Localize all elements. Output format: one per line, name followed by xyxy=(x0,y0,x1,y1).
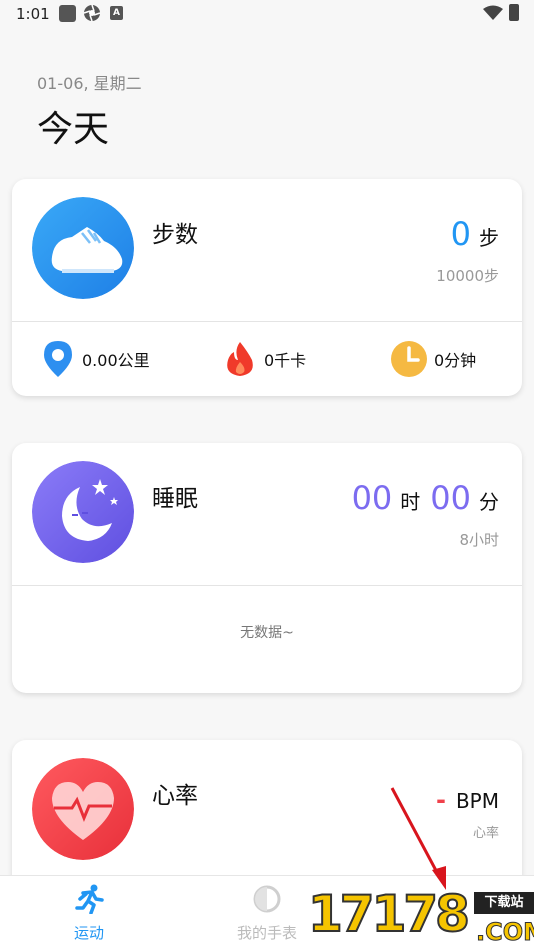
heart-rate-title: 心率 xyxy=(152,783,198,809)
steps-value-group: 0 步 xyxy=(451,215,499,253)
a-icon: A xyxy=(110,6,123,20)
divider xyxy=(12,585,522,586)
steps-card[interactable]: 步数 0 步 10000步 0.00公里 0千卡 0分钟 xyxy=(12,179,522,396)
steps-title: 步数 xyxy=(152,222,198,248)
steps-unit: 步 xyxy=(479,226,499,250)
watermark-suffix: .COM xyxy=(475,918,534,947)
heart-icon xyxy=(32,758,134,860)
arrow-annotation xyxy=(390,787,446,890)
duration-text: 0分钟 xyxy=(434,351,477,370)
watermark-number: 17178 xyxy=(307,884,471,944)
aperture-icon xyxy=(83,4,101,22)
sleep-minutes: 00 xyxy=(430,479,471,517)
status-time: 1:01 xyxy=(16,5,50,23)
duration-stat: 0分钟 xyxy=(390,339,476,379)
sleep-card[interactable]: 睡眠 00 时 00 分 8小时 无数据~ xyxy=(12,443,522,693)
running-icon xyxy=(75,884,104,914)
heart-rate-sub: 心率 xyxy=(472,826,499,841)
watermark-logo: 17178 下载站 .COM xyxy=(307,884,534,950)
date-label: 01-06, 星期二 xyxy=(37,74,142,93)
status-bar: 1:01 A xyxy=(0,0,534,30)
location-pin-icon xyxy=(44,341,72,377)
steps-goal: 10000步 xyxy=(436,267,499,285)
steps-value: 0 xyxy=(450,215,471,253)
sleep-value-group: 00 时 00 分 xyxy=(352,479,499,517)
divider xyxy=(12,321,522,322)
clock-icon xyxy=(391,341,427,377)
battery-icon xyxy=(509,4,519,21)
watch-icon xyxy=(253,885,281,913)
moon-icon xyxy=(32,461,134,563)
square-icon xyxy=(59,5,76,22)
calories-text: 0千卡 xyxy=(264,351,307,370)
calories-stat: 0千卡 xyxy=(224,339,306,379)
no-data-text: 无数据~ xyxy=(240,625,294,641)
sleep-hours-unit: 时 xyxy=(400,490,421,514)
nav-label-sport: 运动 xyxy=(73,924,104,942)
flame-icon xyxy=(227,342,253,376)
sleep-minutes-unit: 分 xyxy=(479,490,499,514)
sleep-goal: 8小时 xyxy=(459,531,499,549)
distance-stat: 0.00公里 xyxy=(42,339,150,379)
heart-rate-unit: BPM xyxy=(455,789,499,813)
wifi-icon xyxy=(483,5,503,20)
nav-item-sport[interactable]: 运动 xyxy=(0,876,178,950)
sleep-title: 睡眠 xyxy=(152,486,198,512)
sleep-hours: 00 xyxy=(351,479,393,517)
page-title: 今天 xyxy=(37,109,110,150)
watermark-badge: 下载站 xyxy=(474,892,534,914)
distance-text: 0.00公里 xyxy=(82,351,150,370)
shoe-icon xyxy=(32,197,134,299)
